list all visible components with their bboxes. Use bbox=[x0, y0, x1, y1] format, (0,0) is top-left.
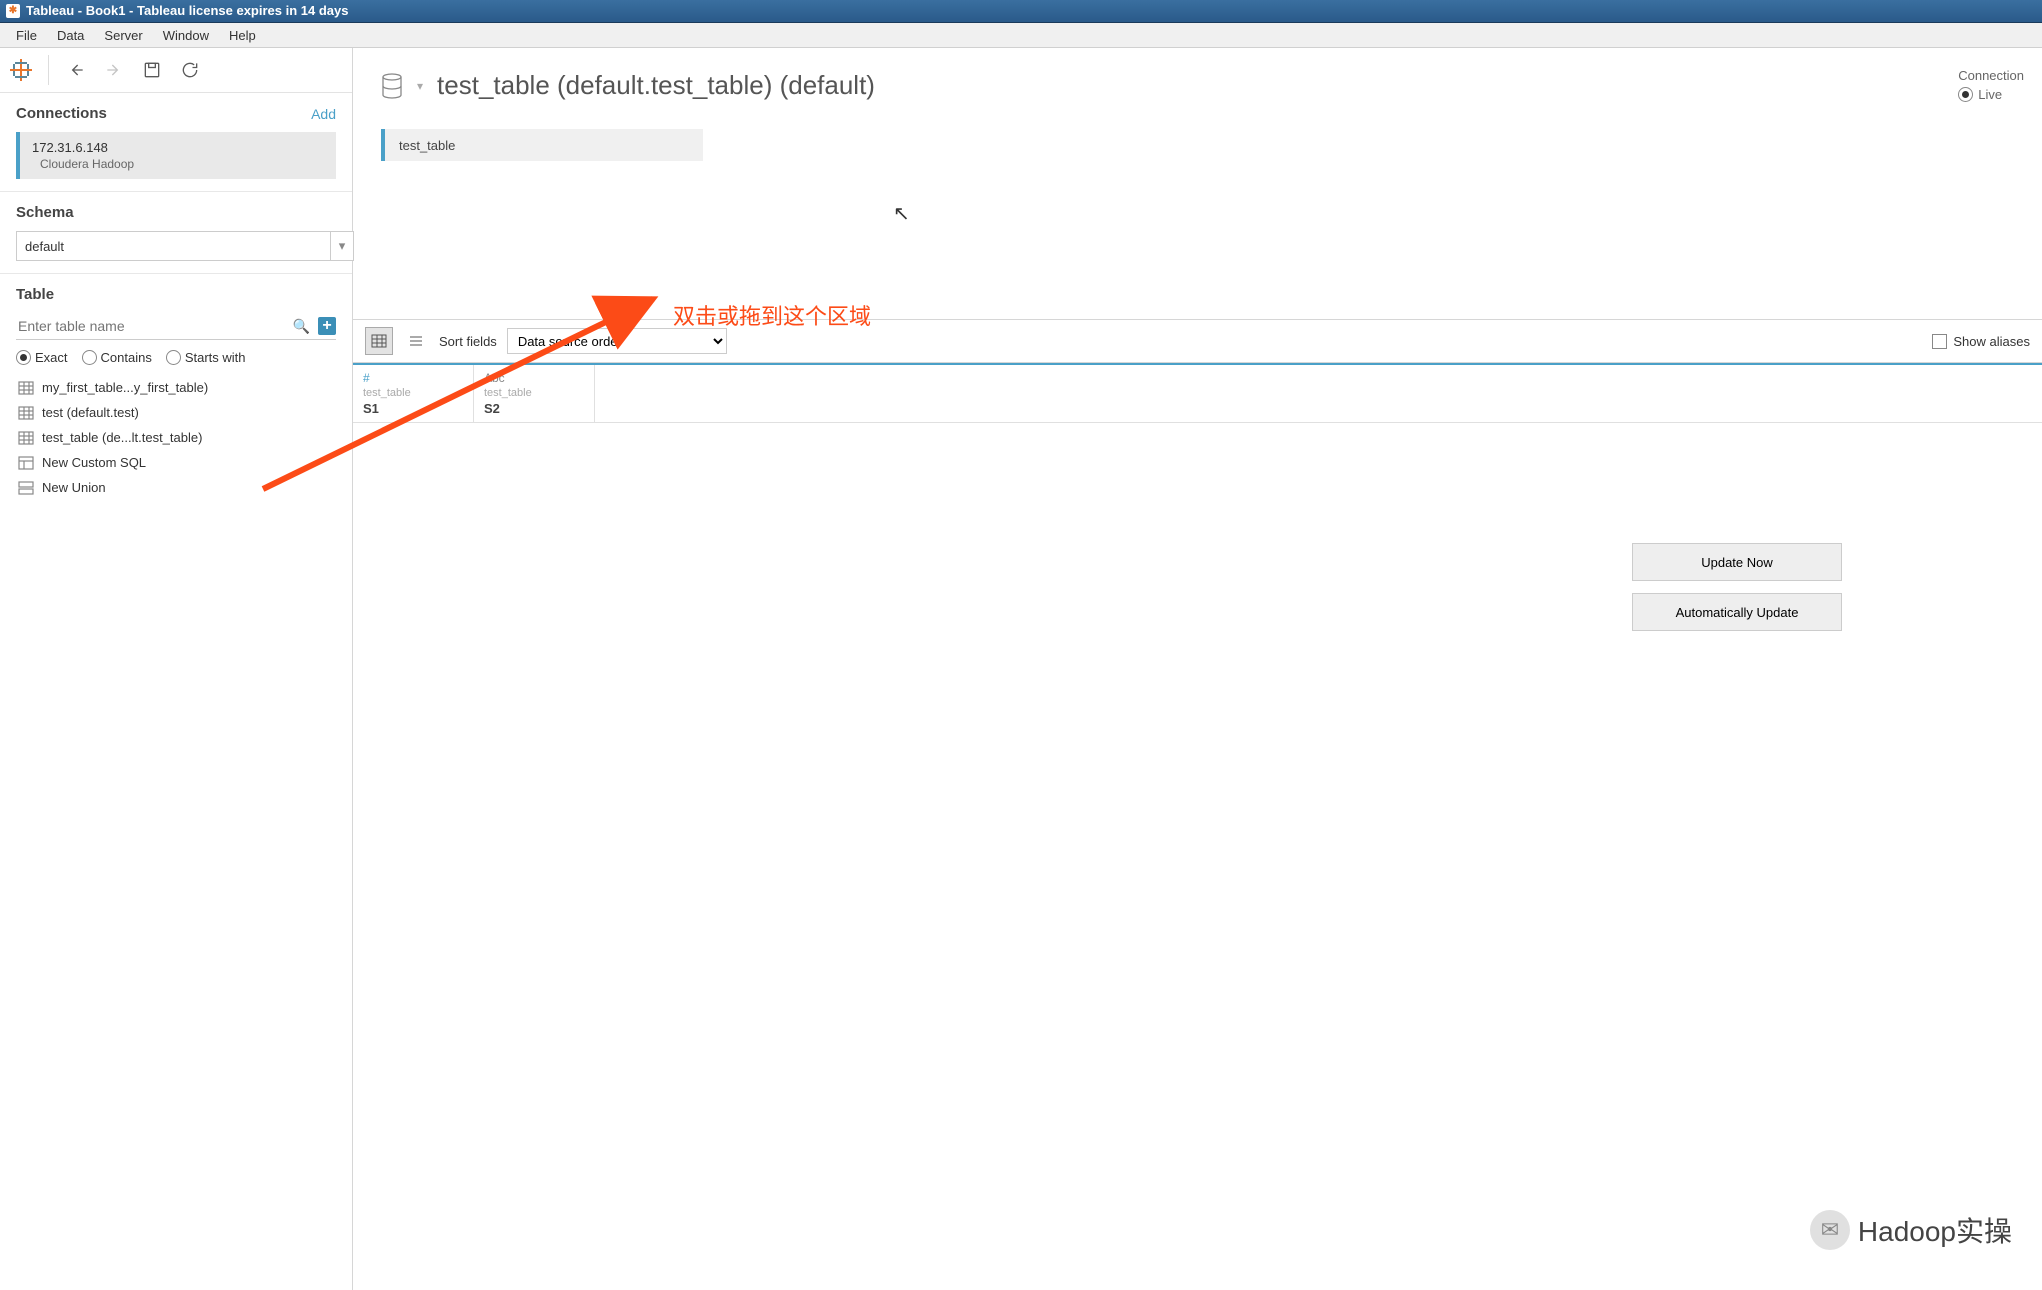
add-table-button[interactable]: + bbox=[318, 317, 336, 335]
match-exact[interactable]: Exact bbox=[16, 350, 68, 365]
table-label: Table bbox=[16, 286, 54, 303]
match-starts-with[interactable]: Starts with bbox=[166, 350, 246, 365]
table-item[interactable]: test (default.test) bbox=[16, 400, 336, 425]
schema-value: default bbox=[25, 239, 64, 254]
table-search-input[interactable] bbox=[16, 317, 293, 335]
cursor-icon: ↖ bbox=[893, 201, 910, 226]
sort-label: Sort fields bbox=[439, 334, 497, 349]
tableau-app-icon: ✱ bbox=[6, 4, 20, 18]
column-header[interactable]: # test_table S1 bbox=[353, 365, 474, 422]
custom-sql-icon bbox=[18, 456, 34, 470]
join-canvas[interactable]: test_table ↖ 双击或拖到这个区域 bbox=[353, 111, 2042, 319]
schema-dropdown[interactable]: default ▾ bbox=[16, 231, 354, 261]
type-icon: Abc bbox=[484, 371, 584, 385]
window-title: Tableau - Book1 - Tableau license expire… bbox=[26, 0, 348, 22]
data-grid: # test_table S1 Abc test_table S2 bbox=[353, 363, 2042, 423]
update-now-button[interactable]: Update Now bbox=[1632, 543, 1842, 581]
add-connection-link[interactable]: Add bbox=[311, 106, 336, 122]
preview-area: Update Now Automatically Update ✉ Hadoop… bbox=[353, 423, 2042, 1290]
toolbar-separator bbox=[48, 55, 49, 85]
menu-data[interactable]: Data bbox=[47, 25, 94, 46]
column-field: S2 bbox=[484, 401, 584, 416]
table-icon bbox=[18, 406, 34, 420]
wechat-icon: ✉ bbox=[1810, 1210, 1850, 1250]
table-icon bbox=[18, 381, 34, 395]
menu-file[interactable]: File bbox=[6, 25, 47, 46]
data-toolbar: Sort fields Data source order Show alias… bbox=[353, 319, 2042, 363]
column-table: test_table bbox=[484, 387, 584, 399]
list-view-button[interactable] bbox=[403, 328, 429, 354]
sort-dropdown[interactable]: Data source order bbox=[507, 328, 727, 354]
datasource-title[interactable]: test_table (default.test_table) (default… bbox=[437, 70, 875, 101]
watermark: ✉ Hadoop实操 bbox=[1810, 1210, 2012, 1250]
show-aliases-label: Show aliases bbox=[1953, 334, 2030, 349]
table-item[interactable]: my_first_table...y_first_table) bbox=[16, 375, 336, 400]
schema-section: Schema default ▾ bbox=[0, 192, 352, 274]
column-field: S1 bbox=[363, 401, 463, 416]
connection-live-radio[interactable]: Live bbox=[1958, 87, 2024, 102]
canvas-table-pill[interactable]: test_table bbox=[381, 129, 703, 161]
toolbar bbox=[0, 48, 352, 93]
grid-view-button[interactable] bbox=[365, 327, 393, 355]
connection-host: 172.31.6.148 bbox=[32, 140, 324, 155]
match-mode-row: Exact Contains Starts with bbox=[16, 350, 336, 365]
menu-window[interactable]: Window bbox=[153, 25, 219, 46]
match-contains[interactable]: Contains bbox=[82, 350, 152, 365]
back-button[interactable] bbox=[65, 59, 87, 81]
save-button[interactable] bbox=[141, 59, 163, 81]
schema-label: Schema bbox=[16, 204, 74, 221]
connection-type: Cloudera Hadoop bbox=[32, 157, 324, 171]
chevron-down-icon: ▾ bbox=[330, 232, 353, 260]
column-header[interactable]: Abc test_table S2 bbox=[474, 365, 595, 422]
database-icon bbox=[381, 73, 403, 99]
connection-mode: Connection Live bbox=[1958, 68, 2024, 102]
connection-card[interactable]: 172.31.6.148 Cloudera Hadoop bbox=[16, 132, 336, 179]
menu-help[interactable]: Help bbox=[219, 25, 266, 46]
sidebar: Connections Add 172.31.6.148 Cloudera Ha… bbox=[0, 48, 353, 1290]
menubar: File Data Server Window Help bbox=[0, 23, 2042, 48]
union-icon bbox=[18, 481, 34, 495]
auto-update-button[interactable]: Automatically Update bbox=[1632, 593, 1842, 631]
type-icon: # bbox=[363, 371, 463, 385]
menu-server[interactable]: Server bbox=[94, 25, 152, 46]
new-custom-sql[interactable]: New Custom SQL bbox=[16, 450, 336, 475]
connection-label: Connection bbox=[1958, 68, 2024, 83]
connections-label: Connections bbox=[16, 105, 107, 122]
connections-section: Connections Add 172.31.6.148 Cloudera Ha… bbox=[0, 93, 352, 192]
refresh-button[interactable] bbox=[179, 59, 201, 81]
table-section: Table 🔍 + Exact Contains Starts with my_… bbox=[0, 274, 352, 512]
new-union[interactable]: New Union bbox=[16, 475, 336, 500]
show-aliases-checkbox[interactable] bbox=[1932, 334, 1947, 349]
forward-button[interactable] bbox=[103, 59, 125, 81]
main-panel: ▾ test_table (default.test_table) (defau… bbox=[353, 48, 2042, 1290]
datasource-header: ▾ test_table (default.test_table) (defau… bbox=[353, 48, 2042, 111]
column-table: test_table bbox=[363, 387, 463, 399]
table-list: my_first_table...y_first_table) test (de… bbox=[16, 375, 336, 500]
table-item[interactable]: test_table (de...lt.test_table) bbox=[16, 425, 336, 450]
search-icon[interactable]: 🔍 bbox=[293, 318, 310, 335]
tableau-logo-icon bbox=[10, 59, 32, 81]
table-icon bbox=[18, 431, 34, 445]
window-titlebar: ✱ Tableau - Book1 - Tableau license expi… bbox=[0, 0, 2042, 23]
